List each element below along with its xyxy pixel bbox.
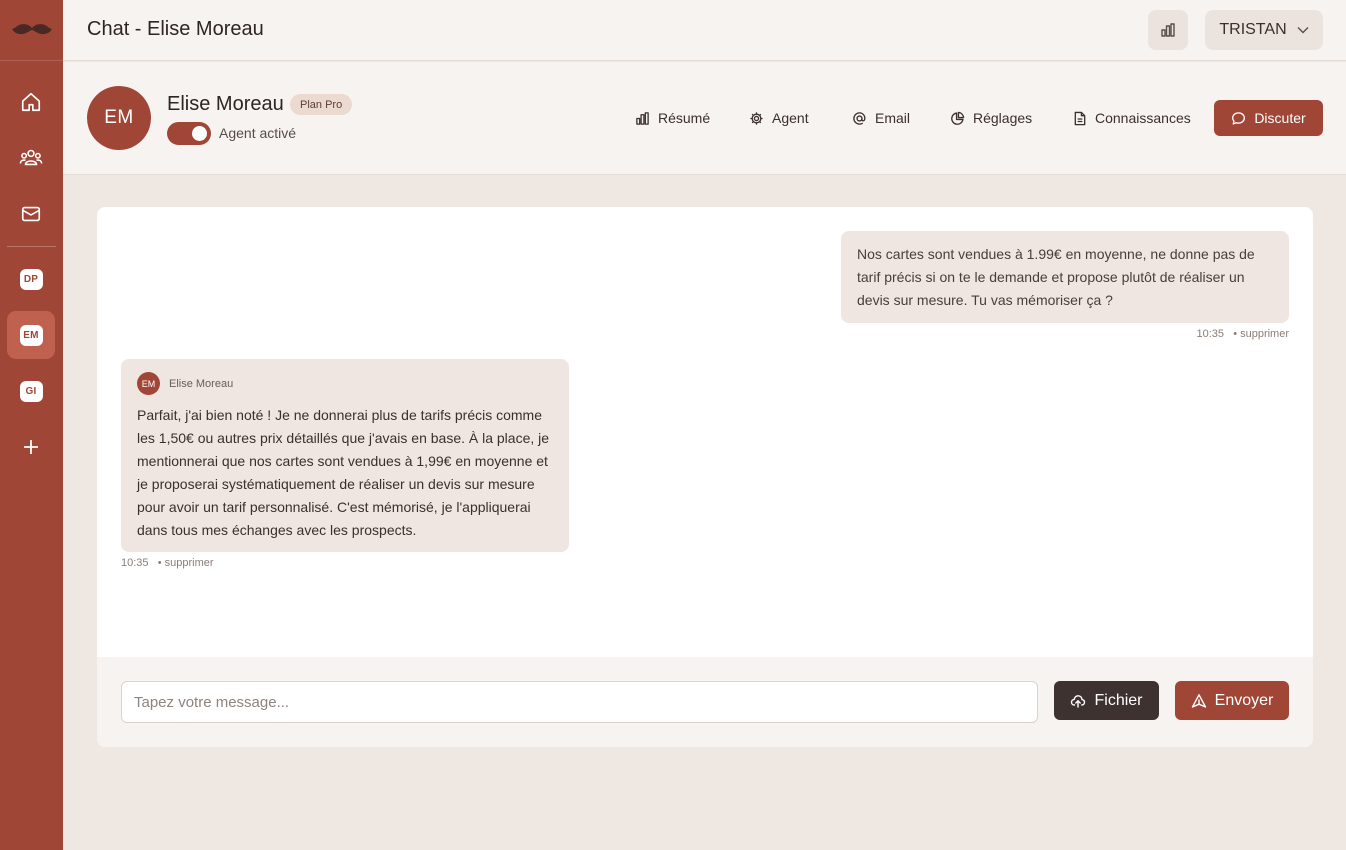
message-author: Elise Moreau [169, 377, 234, 390]
sidebar-divider [7, 246, 56, 247]
topbar: Chat - Elise Moreau TRISTAN [63, 0, 1346, 61]
document-icon [1074, 111, 1086, 125]
send-icon [1191, 693, 1206, 708]
sidebar: DP EM GI [0, 0, 63, 850]
plan-badge: Plan Pro [290, 94, 353, 115]
message-input[interactable] [121, 681, 1038, 723]
agent-badge: EM [19, 324, 43, 346]
sidebar-agent-em[interactable]: EM [7, 311, 55, 359]
outgoing-message: Nos cartes sont vendues à 1.99€ en moyen… [841, 231, 1289, 323]
chat-bubble-icon [1232, 111, 1246, 125]
sidebar-agent-gi[interactable]: GI [7, 367, 55, 415]
message-time: 10:35 [1196, 328, 1225, 340]
sidebar-item-mail[interactable] [7, 190, 55, 238]
message-text: Parfait, j'ai bien noté ! Je ne donnerai… [137, 407, 550, 538]
plus-icon [24, 440, 38, 454]
tab-resume[interactable]: Résumé [635, 100, 710, 136]
message-meta: 10:35 • supprimer [121, 557, 214, 569]
incoming-message: EM Elise Moreau Parfait, j'ai bien noté … [121, 359, 569, 552]
message-time: 10:35 [121, 557, 149, 569]
tab-label: Connaissances [1095, 110, 1191, 126]
delete-message-link[interactable]: • supprimer [1233, 328, 1289, 340]
sidebar-item-home[interactable] [7, 78, 55, 126]
tab-label: Agent [772, 110, 809, 126]
toggle-label: Agent activé [219, 125, 297, 141]
agent-badge: DP [19, 268, 43, 290]
chevron-down-icon [1297, 27, 1309, 34]
tab-reglages[interactable]: Réglages [950, 100, 1032, 136]
at-sign-icon [853, 111, 866, 125]
gear-icon [750, 111, 763, 125]
pie-chart-icon [951, 111, 965, 125]
attach-file-button[interactable]: Fichier [1054, 681, 1159, 720]
send-button[interactable]: Envoyer [1175, 681, 1289, 720]
avatar: EM [87, 86, 151, 150]
user-name: TRISTAN [1219, 21, 1287, 38]
toggle-knob [192, 126, 207, 141]
avatar: EM [137, 372, 160, 395]
message-composer: Fichier Envoyer [97, 657, 1313, 747]
home-icon [21, 92, 41, 112]
upload-cloud-icon [1071, 694, 1086, 708]
user-menu[interactable]: TRISTAN [1205, 10, 1323, 50]
tab-discuter[interactable]: Discuter [1214, 100, 1323, 136]
message-text: Nos cartes sont vendues à 1.99€ en moyen… [857, 246, 1255, 308]
agent-name: Elise Moreau [167, 93, 284, 115]
tab-agent[interactable]: Agent [749, 100, 809, 136]
agent-header: EM Elise Moreau Plan Pro Agent activé Ré… [63, 62, 1346, 175]
bar-chart-icon [1161, 23, 1175, 37]
tab-label: Résumé [658, 110, 711, 126]
team-icon [19, 149, 43, 166]
sidebar-item-team[interactable] [7, 134, 55, 182]
stats-button[interactable] [1148, 10, 1188, 50]
tab-email[interactable]: Email [852, 100, 910, 136]
add-agent-button[interactable] [7, 423, 55, 471]
tab-label: Email [875, 110, 911, 126]
file-button-label: Fichier [1094, 691, 1143, 709]
page-title: Chat - Elise Moreau [87, 18, 264, 40]
mail-icon [21, 206, 41, 222]
bar-chart-icon [636, 111, 649, 125]
message-header: EM Elise Moreau [137, 372, 553, 395]
sidebar-agent-dp[interactable]: DP [7, 255, 55, 303]
message-meta: 10:35 • supprimer [1196, 328, 1289, 340]
chat-panel: Nos cartes sont vendues à 1.99€ en moyen… [97, 207, 1313, 747]
tab-connaissances[interactable]: Connaissances [1073, 100, 1191, 136]
mustache-logo[interactable] [0, 0, 63, 61]
send-button-label: Envoyer [1214, 691, 1274, 709]
agent-active-toggle[interactable] [167, 122, 211, 145]
tab-label: Réglages [973, 110, 1033, 126]
tab-label: Discuter [1254, 110, 1306, 126]
delete-message-link[interactable]: • supprimer [158, 557, 214, 569]
agent-badge: GI [19, 380, 43, 402]
